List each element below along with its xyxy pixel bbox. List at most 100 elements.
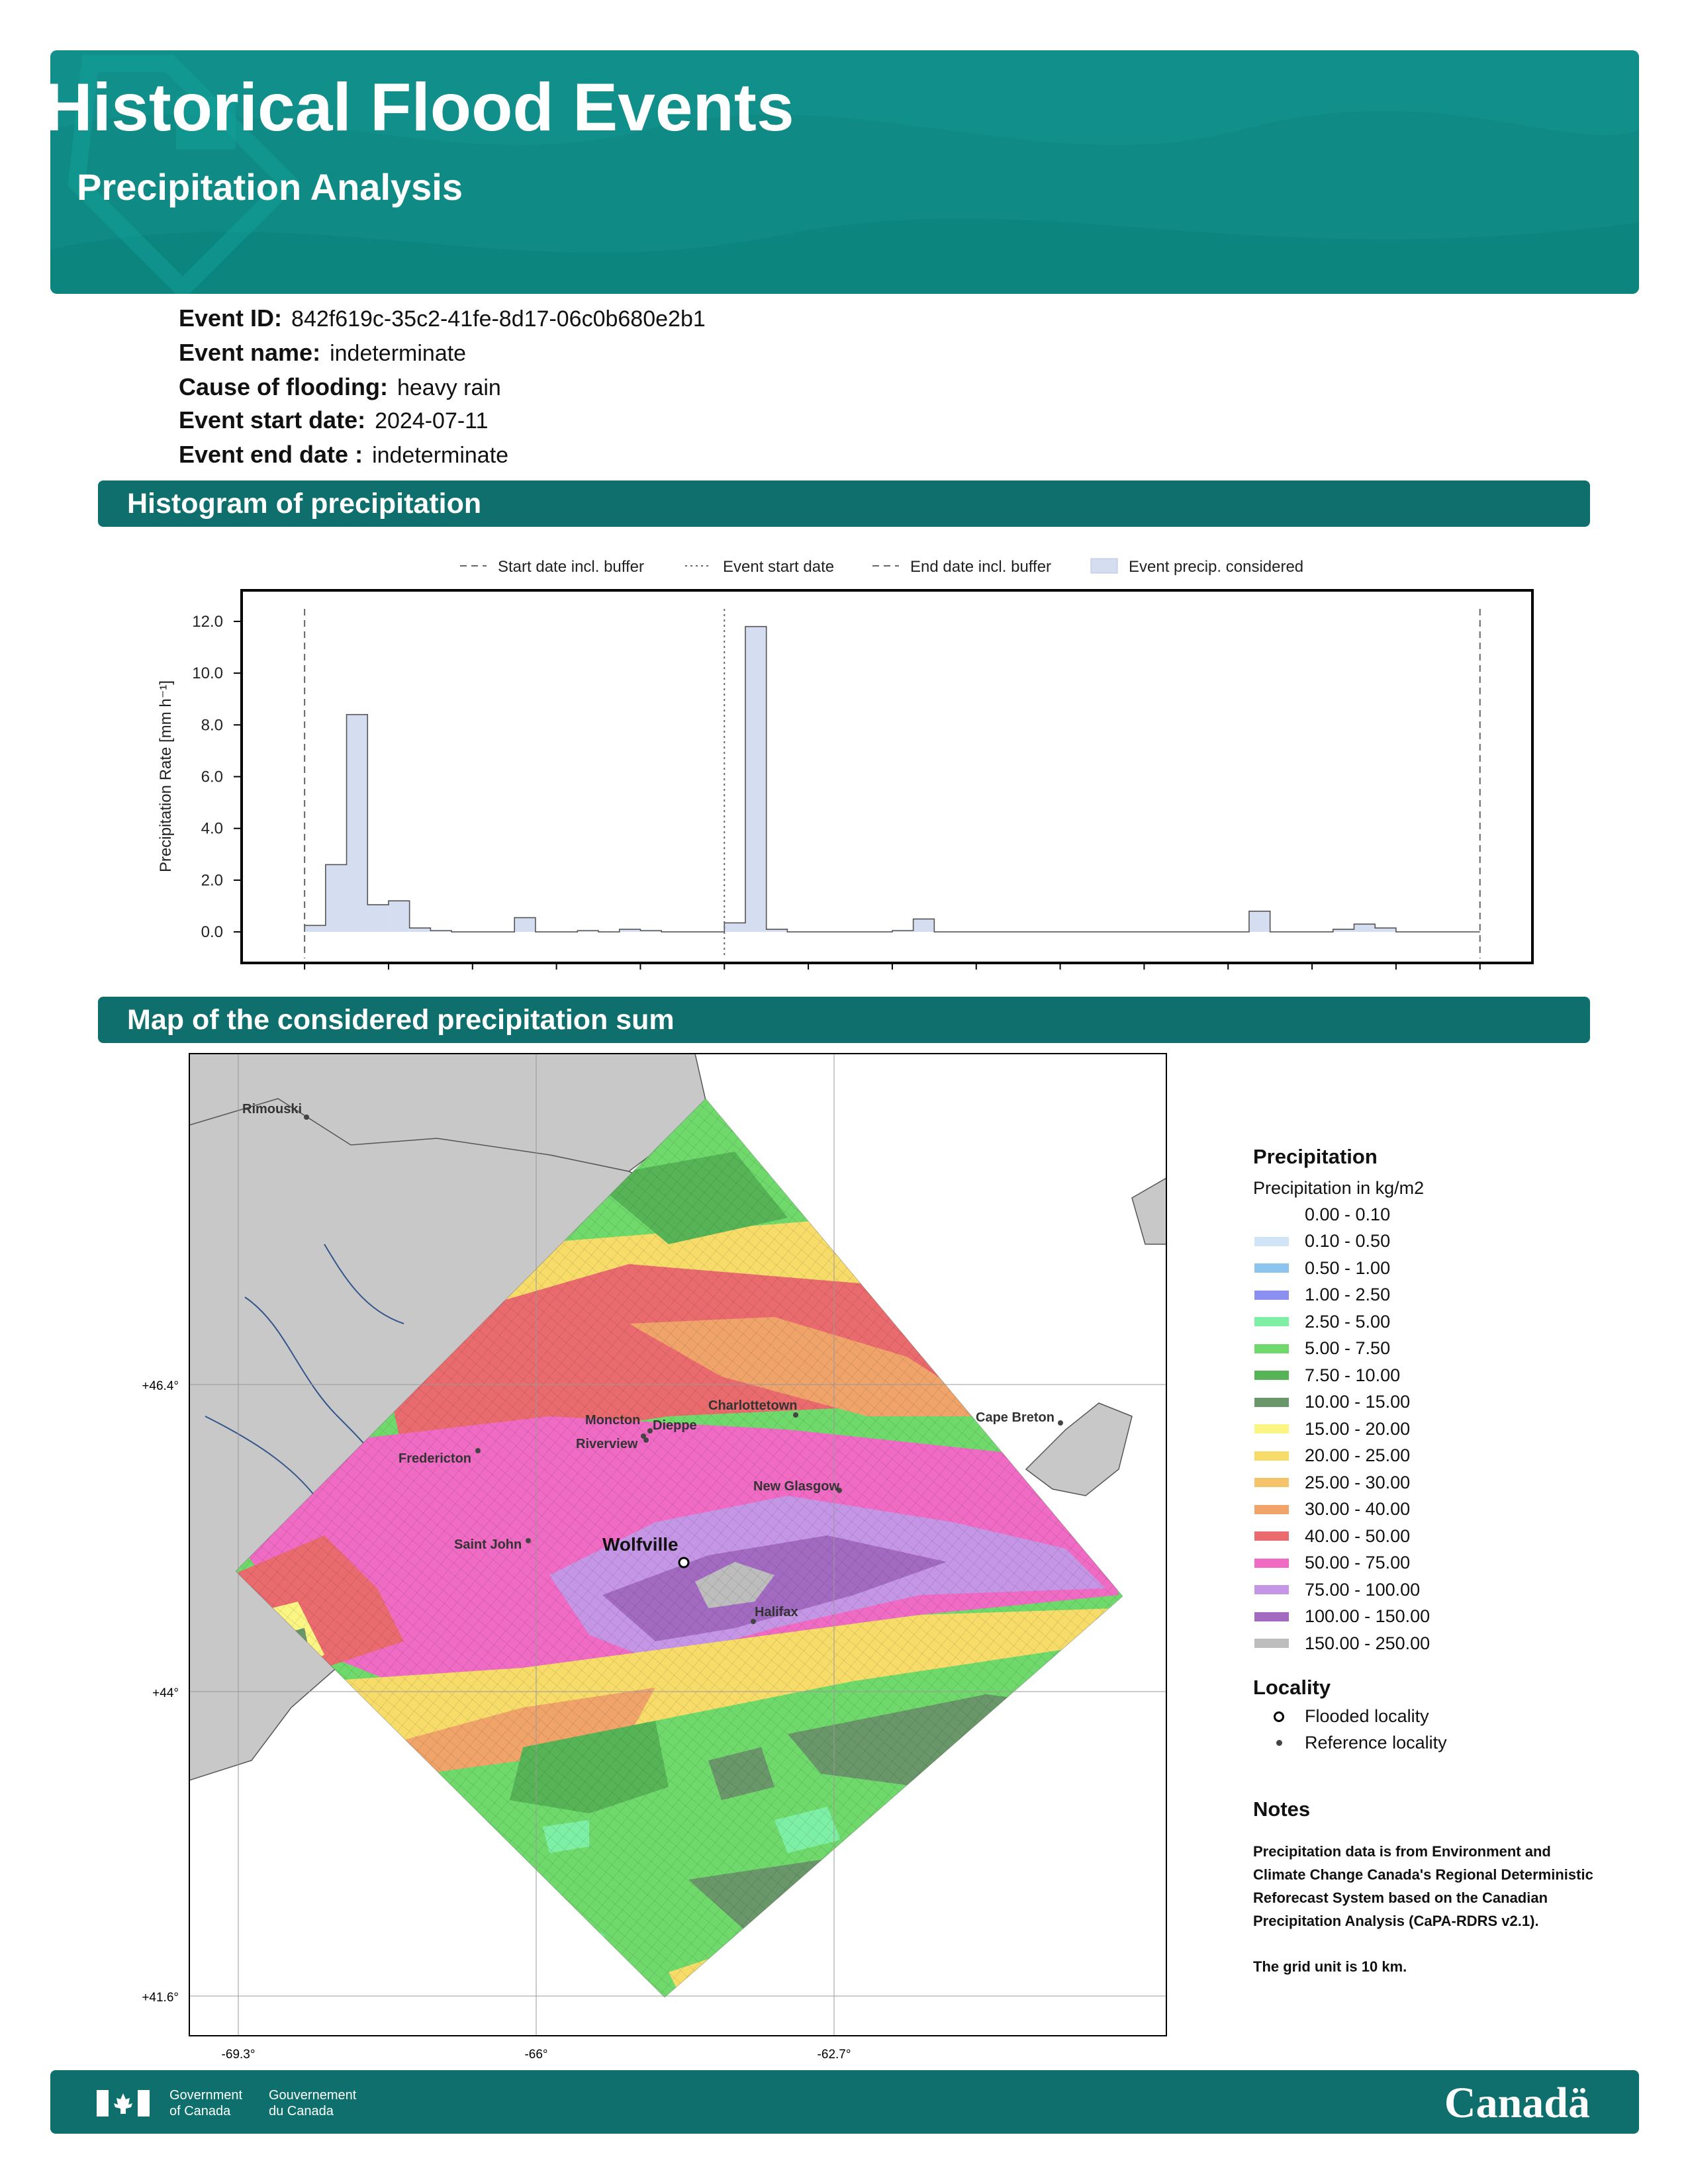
lat-label: +41.6° [142,1991,179,2005]
end-date-value: indeterminate [372,443,509,468]
y-tick-label: 4.0 [201,820,223,838]
legend-end-buffer: End date incl. buffer [910,558,1051,576]
y-axis: 0.0 2.0 4.0 6.0 8.0 10.0 12.0 [192,613,242,941]
footer: Government of Canada Gouvernement du Can… [50,2070,1639,2134]
reference-locality: Halifax [755,1605,798,1619]
legend-swatch [1254,1371,1289,1381]
locality-legend-title: Locality [1253,1675,1331,1699]
histogram-bar [367,905,389,933]
legend-label: 0.10 - 0.50 [1305,1231,1391,1251]
histogram-bar [1375,928,1396,933]
reference-locality: Fredericton [399,1451,471,1466]
lon-label: -69.3° [222,2048,256,2062]
canada-wordmark: Canadä [1444,2079,1590,2127]
legend-item: 5.00 - 7.50 [1253,1336,1597,1363]
histogram-bar [409,928,431,933]
legend-item: 25.00 - 30.00 [1253,1469,1597,1496]
legend-item: 0.50 - 1.00 [1253,1255,1597,1282]
legend-swatch [1254,1397,1289,1407]
legend-label: 20.00 - 25.00 [1305,1445,1411,1466]
legend-flooded-label: Flooded locality [1305,1706,1429,1726]
flooded-locality-marker [678,1557,690,1569]
legend-swatch [1254,1612,1289,1621]
legend-label: 1.00 - 2.50 [1305,1285,1391,1305]
date-markers [304,609,1481,959]
start-date-row: Event start date: 2024-07-11 [179,406,488,434]
histogram-bar [388,901,410,933]
reference-locality: New Glasgow [753,1479,839,1494]
y-tick-label: 8.0 [201,716,223,734]
legend-swatch [1254,1558,1289,1568]
reference-locality: Moncton [585,1413,640,1428]
legend-swatch [1254,1531,1289,1541]
legend-swatch [1254,1639,1289,1649]
legend-start-buffer: Start date incl. buffer [498,558,644,576]
legend-label: 10.00 - 15.00 [1305,1392,1411,1412]
gov-en-line1: Government [169,2088,243,2103]
y-tick-label: 2.0 [201,872,223,889]
lon-label: -66° [524,2048,547,2062]
legend-item: 7.50 - 10.00 [1253,1362,1597,1389]
legend-swatch [1254,1263,1289,1273]
legend-event-start: Event start date [723,558,834,576]
start-date-label: Event start date: [179,406,366,433]
plot-frame [240,589,1534,964]
legend-swatch [1254,1317,1289,1327]
chart-legend: Start date incl. buffer Event start date… [460,558,1303,576]
precipitation-map: +46.4° +44° +41.6° -69.3° -66° -62.7° Ri… [142,1053,1167,2062]
legend-item: 150.00 - 250.00 [1253,1630,1597,1657]
histogram-outline [304,625,1480,933]
legend-label: 15.00 - 20.00 [1305,1418,1411,1439]
legend-swatch [1254,1343,1289,1353]
histogram-section-header: Histogram of precipitation [98,480,1590,527]
notes-grid: The grid unit is 10 km. [1253,1958,1407,1975]
flooded-locality-icon [1274,1711,1284,1722]
legend-label: 0.00 - 0.10 [1305,1204,1391,1224]
notes-title: Notes [1253,1797,1311,1821]
legend-items: 0.00 - 0.10 0.10 - 0.50 0.50 - 1.00 1.00 - … [1253,1201,1597,1657]
end-date-row: Event end date : indeterminate [179,441,508,469]
legend-item: 50.00 - 75.00 [1253,1550,1597,1577]
legend-item: 0.00 - 0.10 [1253,1201,1597,1228]
y-tick-label: 10.0 [192,664,223,682]
legend-swatch [1254,1236,1289,1246]
legend-swatch [1254,1424,1289,1434]
legend-item: 1.00 - 2.50 [1253,1282,1597,1309]
flooded-locality-label: Wolfville [602,1534,679,1555]
legend-item: 40.00 - 50.00 [1253,1523,1597,1550]
legend-subtitle: Precipitation in kg/m2 [1253,1178,1425,1198]
map-legend: Precipitation Precipitation in kg/m2 0.0… [1253,1145,1597,1978]
legend-label: 5.00 - 7.50 [1305,1338,1391,1359]
legend-swatch [1254,1478,1289,1488]
reference-locality: Charlottetown [708,1398,797,1413]
histogram-bar [514,917,536,933]
reference-locality: Rimouski [242,1102,302,1116]
legend-item: 30.00 - 40.00 [1253,1496,1597,1524]
lat-label: +44° [152,1686,179,1700]
legend-label: 2.50 - 5.00 [1305,1311,1391,1332]
page-title: Historical Flood Events [44,69,794,145]
legend-label: 75.00 - 100.00 [1305,1579,1421,1600]
event-name-label: Event name: [179,339,321,366]
legend-flooded: Flooded locality [1253,1704,1597,1730]
start-date-value: 2024-07-11 [375,408,489,433]
y-axis-label: Precipitation Rate [mm h⁻¹] [157,680,175,872]
event-name-row: Event name: indeterminate [179,339,466,367]
legend-title: Precipitation [1253,1145,1378,1168]
legend-label: 25.00 - 30.00 [1305,1472,1411,1492]
canada-flag-icon [97,2090,150,2116]
legend-item: 10.00 - 15.00 [1253,1389,1597,1416]
legend-swatch [1254,1504,1289,1514]
flood-cause-value: heavy rain [397,375,501,400]
notes-body: Precipitation data is from Environment a… [1253,1843,1593,1929]
gov-fr-line1: Gouvernement [269,2088,357,2103]
legend-swatch [1254,1585,1289,1595]
legend-label: 30.00 - 40.00 [1305,1499,1411,1520]
legend-reference: Reference locality [1253,1730,1597,1756]
gov-fr-line2: du Canada [269,2104,334,2118]
legend-event-precip-swatch [1090,558,1118,574]
reference-locality: Saint John [454,1537,522,1552]
legend-item: 0.10 - 0.50 [1253,1228,1597,1255]
lat-label: +46.4° [142,1379,179,1393]
gov-fr: Gouvernement du Canada [269,2087,356,2119]
